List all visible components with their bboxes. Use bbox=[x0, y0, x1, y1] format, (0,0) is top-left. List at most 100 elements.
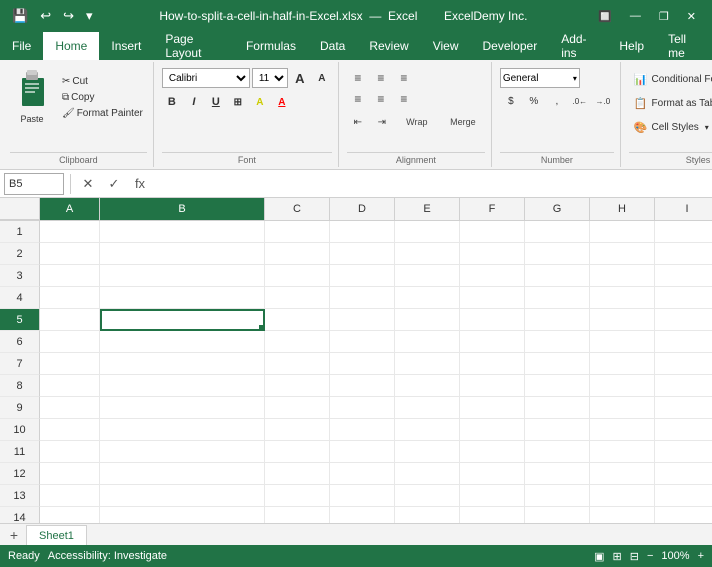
cell-B13[interactable] bbox=[100, 485, 265, 507]
increase-indent-button[interactable]: ⇥ bbox=[371, 113, 393, 131]
cell-E8[interactable] bbox=[395, 375, 460, 397]
name-box[interactable] bbox=[4, 173, 64, 195]
cell-I13[interactable] bbox=[655, 485, 712, 507]
cell-H3[interactable] bbox=[590, 265, 655, 287]
cell-A4[interactable] bbox=[40, 287, 100, 309]
cell-D3[interactable] bbox=[330, 265, 395, 287]
font-color-button[interactable]: A bbox=[272, 92, 292, 112]
select-all-button[interactable] bbox=[0, 198, 40, 220]
cell-E12[interactable] bbox=[395, 463, 460, 485]
menu-data[interactable]: Data bbox=[308, 32, 357, 60]
cell-I8[interactable] bbox=[655, 375, 712, 397]
view-normal-icon[interactable]: ▣ bbox=[594, 550, 604, 563]
decrease-decimal-button[interactable]: .0← bbox=[569, 92, 591, 110]
col-header-F[interactable]: F bbox=[460, 198, 525, 220]
cell-G3[interactable] bbox=[525, 265, 590, 287]
cell-C6[interactable] bbox=[265, 331, 330, 353]
cell-F13[interactable] bbox=[460, 485, 525, 507]
menu-insert[interactable]: Insert bbox=[99, 32, 153, 60]
paste-button[interactable]: Paste bbox=[10, 68, 54, 126]
align-top-left-button[interactable]: ≡ bbox=[347, 68, 369, 88]
cell-G2[interactable] bbox=[525, 243, 590, 265]
cell-D12[interactable] bbox=[330, 463, 395, 485]
cell-H9[interactable] bbox=[590, 397, 655, 419]
cell-E5[interactable] bbox=[395, 309, 460, 331]
save-icon[interactable]: 💾 bbox=[8, 6, 32, 26]
cell-H13[interactable] bbox=[590, 485, 655, 507]
italic-button[interactable]: I bbox=[184, 92, 204, 112]
row-header-1[interactable]: 1 bbox=[0, 221, 40, 243]
cell-I6[interactable] bbox=[655, 331, 712, 353]
row-header-5[interactable]: 5 bbox=[0, 309, 40, 331]
zoom-in-button[interactable]: + bbox=[698, 550, 704, 563]
col-header-I[interactable]: I bbox=[655, 198, 712, 220]
row-header-2[interactable]: 2 bbox=[0, 243, 40, 265]
cell-B1[interactable] bbox=[100, 221, 265, 243]
cell-A7[interactable] bbox=[40, 353, 100, 375]
row-header-12[interactable]: 12 bbox=[0, 463, 40, 485]
cell-C14[interactable] bbox=[265, 507, 330, 523]
cell-G4[interactable] bbox=[525, 287, 590, 309]
cell-B14[interactable] bbox=[100, 507, 265, 523]
format-as-table-button[interactable]: 📋 Format as Table ▾ bbox=[629, 92, 712, 114]
row-header-10[interactable]: 10 bbox=[0, 419, 40, 441]
cancel-formula-button[interactable]: ✕ bbox=[77, 173, 99, 195]
align-top-right-button[interactable]: ≡ bbox=[393, 68, 415, 88]
cell-E9[interactable] bbox=[395, 397, 460, 419]
cell-E11[interactable] bbox=[395, 441, 460, 463]
border-button[interactable]: ⊞ bbox=[228, 92, 248, 112]
sheet-tab-sheet1[interactable]: Sheet1 bbox=[26, 525, 87, 545]
cell-D7[interactable] bbox=[330, 353, 395, 375]
cell-D10[interactable] bbox=[330, 419, 395, 441]
cell-G11[interactable] bbox=[525, 441, 590, 463]
cell-B6[interactable] bbox=[100, 331, 265, 353]
row-header-14[interactable]: 14 bbox=[0, 507, 40, 523]
row-header-8[interactable]: 8 bbox=[0, 375, 40, 397]
cell-E4[interactable] bbox=[395, 287, 460, 309]
align-left-button[interactable]: ≡ bbox=[347, 89, 369, 109]
cell-I9[interactable] bbox=[655, 397, 712, 419]
cell-G5[interactable] bbox=[525, 309, 590, 331]
cell-G7[interactable] bbox=[525, 353, 590, 375]
cell-H1[interactable] bbox=[590, 221, 655, 243]
cell-H12[interactable] bbox=[590, 463, 655, 485]
cell-D4[interactable] bbox=[330, 287, 395, 309]
cell-G8[interactable] bbox=[525, 375, 590, 397]
menu-help[interactable]: Help bbox=[607, 32, 656, 60]
customize-qat-icon[interactable]: ▾ bbox=[82, 6, 97, 26]
cell-C12[interactable] bbox=[265, 463, 330, 485]
cell-I7[interactable] bbox=[655, 353, 712, 375]
merge-center-button[interactable]: Merge bbox=[441, 113, 485, 131]
cell-H6[interactable] bbox=[590, 331, 655, 353]
cell-E13[interactable] bbox=[395, 485, 460, 507]
cell-A13[interactable] bbox=[40, 485, 100, 507]
cell-H2[interactable] bbox=[590, 243, 655, 265]
cell-I3[interactable] bbox=[655, 265, 712, 287]
cell-A8[interactable] bbox=[40, 375, 100, 397]
menu-file[interactable]: File bbox=[0, 32, 43, 60]
cell-D6[interactable] bbox=[330, 331, 395, 353]
percent-button[interactable]: % bbox=[523, 92, 545, 110]
cell-D2[interactable] bbox=[330, 243, 395, 265]
cell-B8[interactable] bbox=[100, 375, 265, 397]
cell-E1[interactable] bbox=[395, 221, 460, 243]
cell-A3[interactable] bbox=[40, 265, 100, 287]
cell-C13[interactable] bbox=[265, 485, 330, 507]
row-header-13[interactable]: 13 bbox=[0, 485, 40, 507]
col-header-G[interactable]: G bbox=[525, 198, 590, 220]
cell-G12[interactable] bbox=[525, 463, 590, 485]
cell-B4[interactable] bbox=[100, 287, 265, 309]
bold-button[interactable]: B bbox=[162, 92, 182, 112]
cell-B5[interactable] bbox=[100, 309, 265, 331]
cell-D11[interactable] bbox=[330, 441, 395, 463]
cell-H11[interactable] bbox=[590, 441, 655, 463]
col-header-C[interactable]: C bbox=[265, 198, 330, 220]
cell-G10[interactable] bbox=[525, 419, 590, 441]
zoom-out-button[interactable]: − bbox=[647, 550, 653, 563]
cell-G14[interactable] bbox=[525, 507, 590, 523]
cell-F4[interactable] bbox=[460, 287, 525, 309]
cell-E3[interactable] bbox=[395, 265, 460, 287]
cell-E2[interactable] bbox=[395, 243, 460, 265]
cell-B12[interactable] bbox=[100, 463, 265, 485]
align-right-button[interactable]: ≡ bbox=[393, 89, 415, 109]
